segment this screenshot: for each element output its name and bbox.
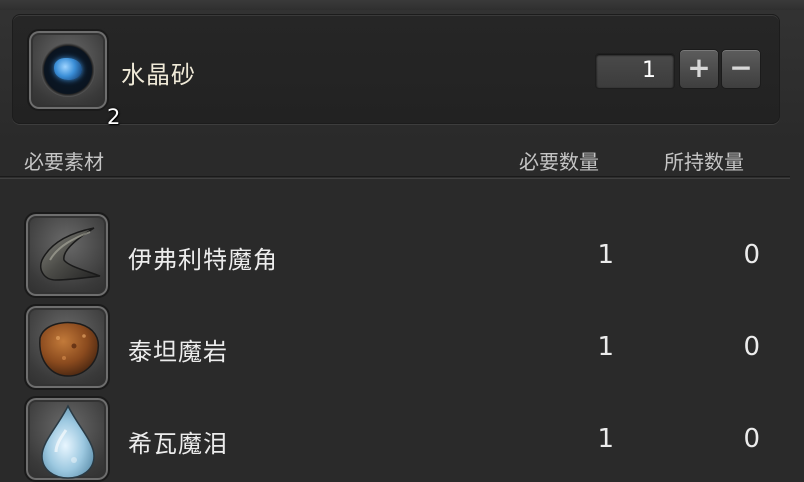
teardrop-gem-icon: [41, 404, 95, 479]
material-slot[interactable]: [24, 212, 110, 298]
materials-header: 必要素材 必要数量 所持数量: [0, 140, 804, 178]
decrease-quantity-button[interactable]: −: [721, 49, 761, 89]
material-name: 希瓦魔泪: [128, 430, 228, 458]
increase-quantity-button[interactable]: +: [679, 49, 719, 89]
material-name: 泰坦魔岩: [128, 338, 228, 366]
crystal-sand-icon: [41, 43, 95, 97]
header-owned-qty: 所持数量: [664, 150, 744, 174]
material-owned-qty: 0: [743, 240, 760, 270]
crafting-window: 2 水晶砂 1 + − 必要素材 必要数量 所持数量 伊弗利特魔角 1 0 泰坦…: [0, 0, 804, 482]
material-slot[interactable]: [24, 304, 110, 390]
material-slot[interactable]: [24, 396, 110, 482]
product-slot[interactable]: 2: [27, 29, 120, 129]
quantity-input[interactable]: 1: [595, 53, 675, 89]
material-required-qty: 1: [597, 240, 614, 270]
header-required-qty: 必要数量: [519, 150, 599, 174]
header-materials: 必要素材: [24, 150, 104, 174]
material-row[interactable]: 伊弗利特魔角 1 0: [0, 212, 790, 302]
window-top-edge: [0, 0, 804, 10]
material-name: 伊弗利特魔角: [128, 246, 278, 274]
material-required-qty: 1: [597, 332, 614, 362]
yield-count: 2: [107, 105, 121, 129]
product-name: 水晶砂: [121, 61, 196, 89]
product-panel: 2 水晶砂 1 + −: [12, 14, 780, 129]
material-required-qty: 1: [597, 424, 614, 454]
material-owned-qty: 0: [743, 332, 760, 362]
header-divider: [0, 176, 790, 179]
material-row[interactable]: 希瓦魔泪 1 0: [0, 396, 790, 482]
material-owned-qty: 0: [743, 424, 760, 454]
rock-icon: [39, 321, 100, 377]
horn-icon: [40, 227, 101, 281]
material-row[interactable]: 泰坦魔岩 1 0: [0, 304, 790, 394]
